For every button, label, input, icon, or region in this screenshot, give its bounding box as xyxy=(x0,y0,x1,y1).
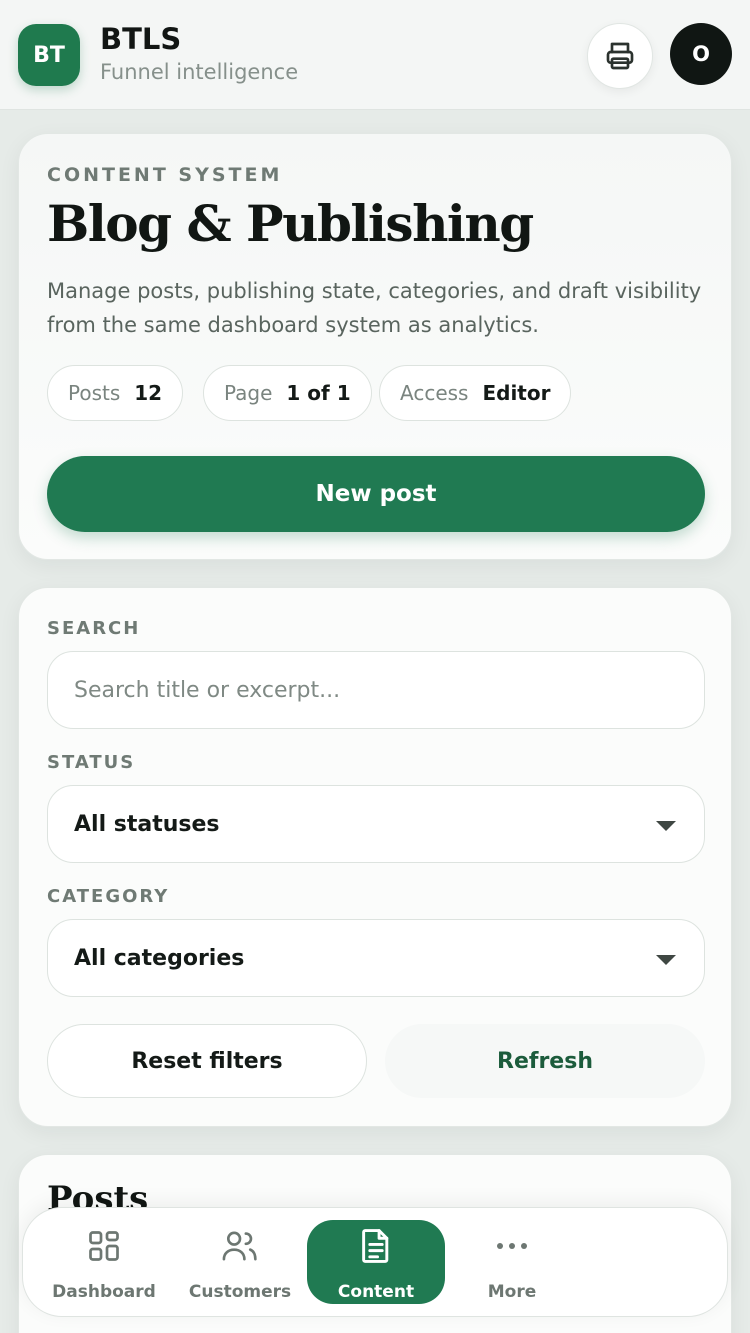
posts-count-chip: Posts 12 xyxy=(47,365,184,421)
category-select-value: All categories xyxy=(74,945,245,971)
search-field[interactable] xyxy=(47,651,705,729)
chip-value: 12 xyxy=(134,381,163,405)
brand-name: BTLS xyxy=(100,22,182,56)
category-label: CATEGORY xyxy=(47,886,170,907)
grid-icon xyxy=(89,1231,119,1261)
brand-logo[interactable]: BT xyxy=(18,24,80,86)
search-input[interactable] xyxy=(74,677,678,703)
printer-icon xyxy=(606,42,634,70)
access-chip: Access Editor xyxy=(379,365,572,421)
chevron-down-icon xyxy=(656,955,676,965)
app-screen: BT BTLS Funnel intelligence O CONTENT SY… xyxy=(0,0,750,1333)
more-dots-icon xyxy=(497,1243,527,1249)
nav-label: Content xyxy=(337,1282,415,1302)
document-icon xyxy=(362,1229,389,1263)
top-bar: BT BTLS Funnel intelligence O xyxy=(0,0,750,110)
filters-card: SEARCH STATUS All statuses CATEGORY All … xyxy=(18,587,732,1127)
search-label: SEARCH xyxy=(47,618,141,639)
brand-subtitle: Funnel intelligence xyxy=(100,60,299,84)
page-chip: Page 1 of 1 xyxy=(203,365,372,421)
nav-item-customers[interactable]: Customers xyxy=(171,1220,309,1304)
nav-label: More xyxy=(487,1282,537,1302)
category-select[interactable]: All categories xyxy=(47,919,705,997)
hero-card: CONTENT SYSTEM Blog & Publishing Manage … xyxy=(18,133,732,560)
users-icon xyxy=(222,1231,257,1261)
chip-value: 1 of 1 xyxy=(286,381,351,405)
print-button[interactable] xyxy=(587,23,653,89)
nav-item-more[interactable]: More xyxy=(443,1220,581,1304)
chip-label: Page xyxy=(224,381,273,405)
nav-item-content[interactable]: Content xyxy=(307,1220,445,1304)
chip-value: Editor xyxy=(482,381,551,405)
nav-label: Dashboard xyxy=(52,1282,156,1302)
page-description: Manage posts, publishing state, categori… xyxy=(47,279,702,337)
chevron-down-icon xyxy=(656,821,676,831)
status-select-value: All statuses xyxy=(74,811,220,837)
bottom-nav: Dashboard Customers Content More xyxy=(22,1207,728,1317)
page-title: Blog & Publishing xyxy=(47,194,534,253)
reset-filters-button[interactable]: Reset filters xyxy=(47,1024,367,1098)
refresh-button[interactable]: Refresh xyxy=(385,1024,705,1098)
chip-label: Access xyxy=(400,381,469,405)
user-avatar[interactable]: O xyxy=(670,23,732,85)
section-eyebrow: CONTENT SYSTEM xyxy=(47,164,283,186)
chip-label: Posts xyxy=(68,381,121,405)
status-label: STATUS xyxy=(47,752,136,773)
nav-item-dashboard[interactable]: Dashboard xyxy=(35,1220,173,1304)
new-post-button[interactable]: New post xyxy=(47,456,705,532)
nav-label: Customers xyxy=(188,1282,292,1302)
status-select[interactable]: All statuses xyxy=(47,785,705,863)
